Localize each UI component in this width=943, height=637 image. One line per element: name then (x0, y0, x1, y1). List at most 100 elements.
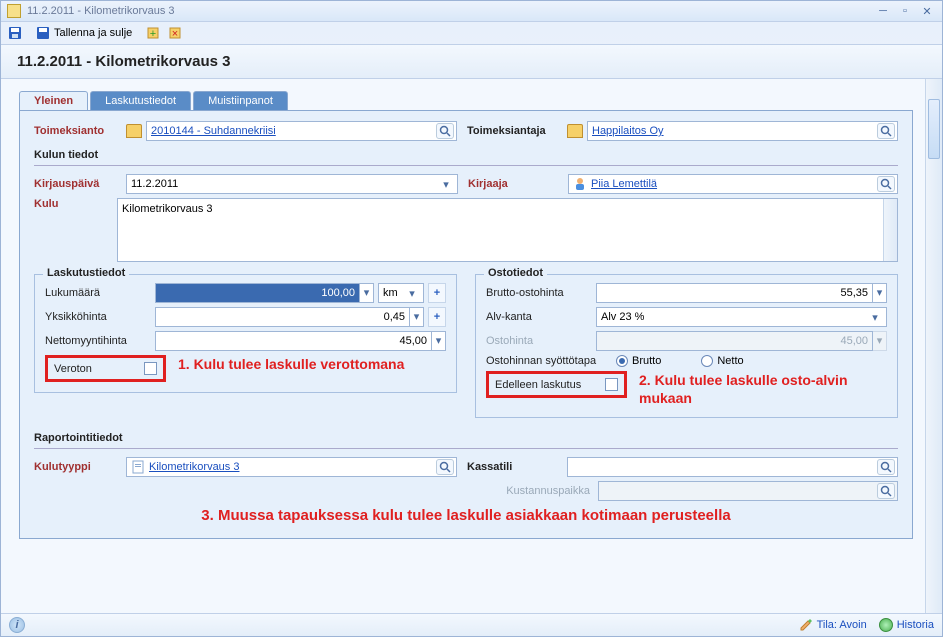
client-link[interactable]: Happilaitos Oy (592, 125, 664, 137)
expense-label: Kulu (34, 198, 117, 210)
qty-input[interactable]: 100,00 (155, 283, 360, 303)
acct-field[interactable] (567, 457, 898, 477)
price-label: Ostohinta (486, 335, 596, 347)
annotation-3: 3. Muussa tapauksessa kulu tulee laskull… (34, 507, 898, 524)
scrollbar[interactable] (883, 199, 897, 261)
panel-general: Toimeksianto 2010144 - Suhdannekriisi To… (19, 110, 913, 539)
client-label: Toimeksiantaja (467, 125, 567, 137)
tab-general[interactable]: Yleinen (19, 91, 88, 110)
info-icon[interactable]: i (9, 617, 25, 633)
purchase-legend: Ostotiedot (484, 267, 547, 279)
plus-button[interactable]: + (428, 307, 446, 327)
entry-mode-label: Ostohinnan syöttötapa (486, 355, 616, 367)
cc-label: Kustannuspaikka (480, 485, 590, 497)
radio-icon (616, 355, 628, 367)
net-input[interactable]: 45,00 (155, 331, 432, 351)
folder-icon (126, 124, 142, 138)
unit-price-input[interactable]: 0,45 (155, 307, 410, 327)
date-label: Kirjauspäivä (34, 178, 126, 190)
assignment-label: Toimeksianto (34, 125, 126, 137)
pencil-icon (799, 618, 813, 632)
page-title: 11.2.2011 - Kilometrikorvaus 3 (1, 45, 942, 79)
billing-fieldset: Laskutustiedot Lukumäärä 100,00 ▾ km▾ + … (34, 274, 457, 393)
statusbar: i Tila: Avoin Historia (1, 613, 942, 636)
purchase-fieldset: Ostotiedot Brutto-ostohinta 55,35 ▾ Alv-… (475, 274, 898, 418)
type-link[interactable]: Kilometrikorvaus 3 (149, 461, 239, 473)
svg-text:×: × (172, 28, 178, 40)
status-history[interactable]: Historia (879, 618, 934, 632)
plus-button[interactable]: + (428, 283, 446, 303)
netto-radio[interactable]: Netto (701, 355, 743, 367)
taxfree-checkbox[interactable] (144, 362, 157, 375)
recorder-link[interactable]: Piia Lemettilä (591, 178, 657, 190)
vertical-scrollbar[interactable] (925, 79, 942, 613)
client-field[interactable]: Happilaitos Oy (587, 121, 898, 141)
net-label: Nettomyyntihinta (45, 335, 155, 347)
delete-button[interactable]: × (167, 25, 183, 41)
search-icon[interactable] (877, 123, 895, 139)
expense-section-title: Kulun tiedot (34, 149, 898, 161)
brutto-radio[interactable]: Brutto (616, 355, 661, 367)
rebill-label: Edelleen laskutus (495, 379, 605, 391)
close-button[interactable]: ✕ (918, 4, 936, 18)
scrollbar-thumb[interactable] (928, 99, 940, 159)
save-button[interactable] (7, 25, 23, 41)
folder-icon (567, 124, 583, 138)
chevron-down-icon[interactable]: ▾ (439, 178, 453, 191)
gross-label: Brutto-ostohinta (486, 287, 596, 299)
vat-select[interactable]: Alv 23 %▾ (596, 307, 887, 327)
person-icon (573, 177, 587, 191)
date-input[interactable]: 11.2.2011 ▾ (126, 174, 458, 194)
vat-label: Alv-kanta (486, 311, 596, 323)
unit-price-label: Yksikköhinta (45, 311, 155, 323)
search-icon[interactable] (877, 176, 895, 192)
titlebar: 11.2.2011 - Kilometrikorvaus 3 ─ ▫ ✕ (1, 1, 942, 22)
radio-icon (701, 355, 713, 367)
assignment-link[interactable]: 2010144 - Suhdannekriisi (151, 125, 276, 137)
content-area: Yleinen Laskutustiedot Muistiinpanot Toi… (1, 79, 925, 613)
chevron-down-icon[interactable]: ▾ (405, 287, 419, 300)
expense-textarea[interactable]: Kilometrikorvaus 3 (117, 198, 898, 262)
search-icon[interactable] (436, 459, 454, 475)
acct-label: Kassatili (467, 461, 567, 473)
window-title: 11.2.2011 - Kilometrikorvaus 3 (27, 5, 870, 17)
rebill-checkbox[interactable] (605, 378, 618, 391)
type-label: Kulutyyppi (34, 461, 126, 473)
taxfree-highlight: Veroton (45, 355, 166, 382)
search-icon[interactable] (877, 483, 895, 499)
search-icon[interactable] (436, 123, 454, 139)
save-and-close-label: Tallenna ja sulje (54, 27, 132, 39)
tab-notes[interactable]: Muistiinpanot (193, 91, 288, 110)
chevron-down-icon[interactable]: ▾ (410, 307, 424, 327)
svg-text:+: + (150, 28, 156, 40)
save-and-close-button[interactable]: Tallenna ja sulje (29, 25, 139, 41)
recorder-field[interactable]: Piia Lemettilä (568, 174, 898, 194)
qty-label: Lukumäärä (45, 287, 155, 299)
chevron-down-icon[interactable]: ▾ (432, 331, 446, 351)
chevron-down-icon[interactable]: ▾ (360, 283, 374, 303)
annotation-1: 1. Kulu tulee laskulle verottomana (178, 355, 404, 373)
chevron-down-icon: ▾ (873, 331, 887, 351)
cc-field (598, 481, 898, 501)
minimize-button[interactable]: ─ (874, 4, 892, 18)
gross-input[interactable]: 55,35 (596, 283, 873, 303)
maximize-button[interactable]: ▫ (896, 4, 914, 18)
qty-unit[interactable]: km▾ (378, 283, 424, 303)
assignment-field[interactable]: 2010144 - Suhdannekriisi (146, 121, 457, 141)
annotation-2: 2. Kulu tulee laskulle osto-alvin mukaan (639, 371, 887, 407)
rebill-highlight: Edelleen laskutus (486, 371, 627, 398)
report-section-title: Raportointitiedot (34, 432, 898, 444)
status-state[interactable]: Tila: Avoin (799, 618, 867, 632)
chevron-down-icon[interactable]: ▾ (868, 311, 882, 324)
document-icon (7, 4, 21, 18)
search-icon[interactable] (877, 459, 895, 475)
globe-icon (879, 618, 893, 632)
taxfree-label: Veroton (54, 363, 144, 375)
app-window: 11.2.2011 - Kilometrikorvaus 3 ─ ▫ ✕ Tal… (0, 0, 943, 637)
tab-billing[interactable]: Laskutustiedot (90, 91, 191, 110)
type-field[interactable]: Kilometrikorvaus 3 (126, 457, 457, 477)
content-wrap: Yleinen Laskutustiedot Muistiinpanot Toi… (1, 79, 942, 613)
chevron-down-icon[interactable]: ▾ (873, 283, 887, 303)
new-button[interactable]: + (145, 25, 161, 41)
toolbar: Tallenna ja sulje + × (1, 22, 942, 45)
